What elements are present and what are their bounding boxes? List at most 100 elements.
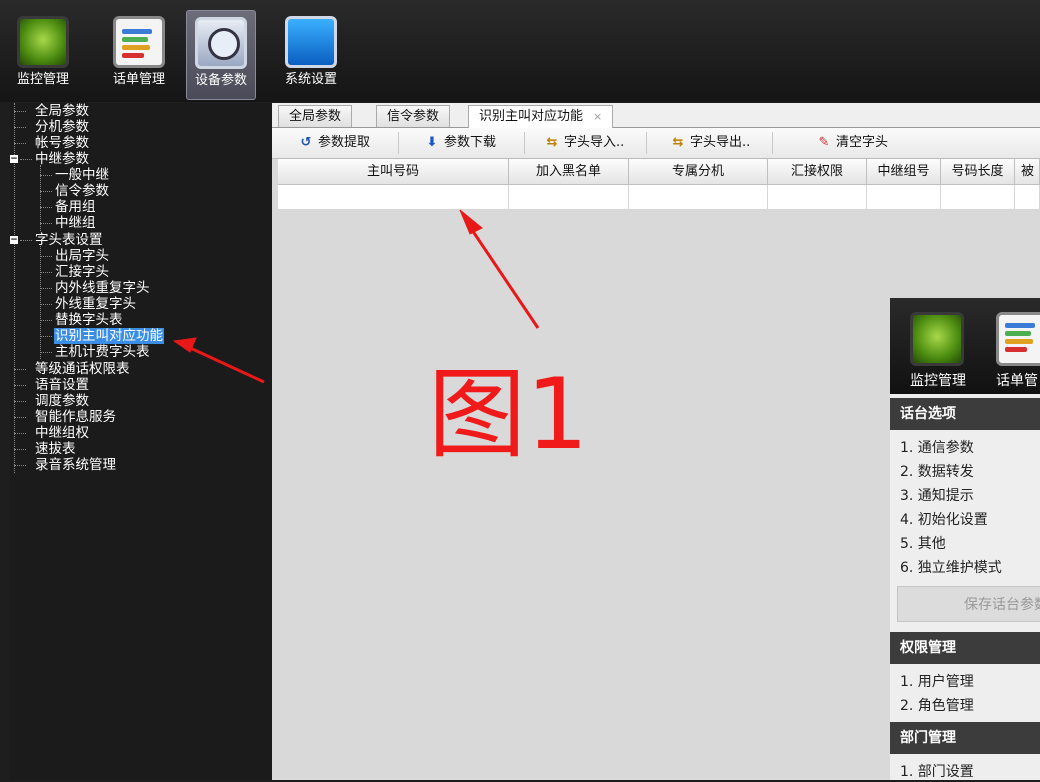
table-cell[interactable] — [278, 185, 509, 210]
tab-global-params[interactable]: 全局参数 — [278, 105, 353, 127]
params-tree: 全局参数 分机参数 帐号参数 − 中继参数 一般中继 信令参数 备用组 中继组 −… — [10, 103, 272, 780]
tree-item[interactable]: 中继组 — [40, 215, 97, 231]
tree-item[interactable]: 分机参数 — [14, 119, 90, 135]
download-params-button[interactable]: ⬇ 参数下载 — [424, 134, 496, 152]
monitor-management-button[interactable]: 监控管理 — [8, 10, 78, 100]
collapse-icon[interactable]: − — [10, 236, 18, 245]
menu-item[interactable]: 4. 初始化设置 — [900, 510, 988, 530]
import-icon: ⇆ — [546, 135, 558, 150]
column-header[interactable]: 专属分机 — [629, 159, 768, 185]
tree-item[interactable]: 出局字头 — [40, 248, 110, 264]
monitor-management-label: 监控管理 — [16, 72, 69, 87]
tree-item-prefix-settings[interactable]: − 字头表设置 — [10, 232, 104, 248]
separator — [524, 132, 525, 154]
tab-label: 识别主叫对应功能 — [479, 109, 584, 124]
tree-item[interactable]: 一般中继 — [40, 167, 110, 183]
tree-item[interactable]: 汇接字头 — [40, 264, 110, 280]
table-cell[interactable] — [941, 185, 1015, 210]
menu-item[interactable]: 6. 独立维护模式 — [900, 558, 1002, 578]
monitor-icon — [17, 16, 69, 68]
bill-icon — [113, 16, 165, 68]
export-icon: ⇆ — [672, 135, 684, 150]
menu-item[interactable]: 1. 通信参数 — [900, 438, 974, 458]
fetch-params-button[interactable]: ↺ 参数提取 — [298, 134, 370, 152]
menu-item[interactable]: 3. 通知提示 — [900, 486, 974, 506]
column-header[interactable]: 被叫 — [1015, 159, 1040, 185]
export-prefix-label: 字头导出.. — [690, 135, 751, 150]
bill-management-label: 话单管 — [996, 373, 1038, 389]
system-settings-label: 系统设置 — [284, 72, 337, 87]
table-cell[interactable] — [629, 185, 768, 210]
tree-item[interactable]: 语音设置 — [14, 377, 90, 393]
tab-label: 信令参数 — [387, 109, 440, 124]
table-cell[interactable] — [1015, 185, 1040, 210]
main-toolbar: 监控管理 话单管理 设备参数 系统设置 — [0, 0, 1040, 102]
device-params-icon — [195, 17, 247, 69]
menu-item[interactable]: 2. 角色管理 — [900, 696, 974, 716]
tree-item[interactable]: 帐号参数 — [14, 135, 90, 151]
tree-item[interactable]: 备用组 — [40, 199, 97, 215]
bill-icon[interactable] — [996, 312, 1040, 366]
tree-item[interactable]: 中继组权 — [14, 425, 90, 441]
fetch-params-label: 参数提取 — [318, 135, 371, 150]
table-cell[interactable] — [509, 185, 629, 210]
figure-annotation-label: 图1 — [428, 358, 589, 472]
tab-caller-id-function[interactable]: 识别主叫对应功能 × — [468, 105, 614, 129]
download-params-label: 参数下载 — [444, 135, 497, 150]
tree-item[interactable]: 替换字头表 — [40, 312, 124, 328]
import-prefix-button[interactable]: ⇆ 字头导入.. — [544, 134, 625, 152]
tree-item[interactable]: 内外线重复字头 — [40, 280, 151, 296]
tree-item[interactable]: 智能作息服务 — [14, 409, 117, 425]
tab-signaling-params[interactable]: 信令参数 — [376, 105, 451, 127]
tree-item-trunk-params[interactable]: − 中继参数 — [10, 151, 90, 167]
bill-management-button[interactable]: 话单管理 — [104, 10, 174, 100]
import-prefix-label: 字头导入.. — [564, 135, 625, 150]
menu-item[interactable]: 2. 数据转发 — [900, 462, 974, 482]
menu-item[interactable]: 1. 部门设置 — [900, 762, 974, 782]
tree-item-caller-id-function[interactable]: 识别主叫对应功能 — [40, 328, 164, 344]
bill-management-label: 话单管理 — [112, 72, 165, 87]
caller-id-table: 主叫号码 加入黑名单 专属分机 汇接权限 中继组号 号码长度 被叫 — [278, 159, 1040, 213]
tree-item[interactable]: 调度参数 — [14, 393, 90, 409]
column-header[interactable]: 加入黑名单 — [509, 159, 629, 185]
menu-item[interactable]: 1. 用户管理 — [900, 672, 974, 692]
console-options-header: 话台选项 — [890, 398, 1040, 430]
refresh-icon: ↺ — [300, 135, 312, 150]
device-params-button[interactable]: 设备参数 — [186, 10, 256, 100]
eraser-icon: ✎ — [818, 135, 830, 150]
tree-item[interactable]: 外线重复字头 — [40, 296, 137, 312]
tree-item[interactable]: 主机计费字头表 — [40, 344, 151, 360]
device-params-label: 设备参数 — [194, 73, 247, 88]
tree-item[interactable]: 速拔表 — [14, 441, 77, 457]
column-header[interactable]: 号码长度 — [941, 159, 1015, 185]
column-header[interactable]: 汇接权限 — [768, 159, 867, 185]
secondary-toolbar: 监控管理 话单管 — [890, 298, 1040, 394]
clear-prefix-button[interactable]: ✎ 清空字头 — [816, 134, 888, 152]
close-tab-icon[interactable]: × — [593, 110, 602, 123]
system-settings-button[interactable]: 系统设置 — [276, 10, 346, 100]
tree-item[interactable]: 信令参数 — [40, 183, 110, 199]
column-header[interactable]: 中继组号 — [867, 159, 941, 185]
system-settings-icon — [285, 16, 337, 68]
column-header[interactable]: 主叫号码 — [278, 159, 509, 185]
monitor-icon[interactable] — [910, 312, 964, 366]
table-cell[interactable] — [768, 185, 867, 210]
save-console-params-button[interactable]: 保存话台参数 — [897, 586, 1040, 622]
separator — [398, 132, 399, 154]
monitor-management-label: 监控管理 — [910, 373, 966, 389]
tree-item[interactable]: 全局参数 — [14, 103, 90, 119]
tree-item[interactable]: 录音系统管理 — [14, 457, 117, 473]
permissions-header: 权限管理 — [890, 632, 1040, 664]
secondary-app-window: 监控管理 话单管 话台选项 1. 通信参数 2. 数据转发 3. 通知提示 4.… — [890, 298, 1040, 780]
table-cell[interactable] — [867, 185, 941, 210]
export-prefix-button[interactable]: ⇆ 字头导出.. — [670, 134, 751, 152]
tree-item[interactable]: 等级通话权限表 — [14, 361, 131, 377]
separator — [646, 132, 647, 154]
collapse-icon[interactable]: − — [10, 155, 18, 164]
clear-prefix-label: 清空字头 — [836, 135, 889, 150]
arrow-down-icon: ⬇ — [426, 135, 438, 150]
tab-bar: 全局参数 信令参数 识别主叫对应功能 × — [272, 103, 1040, 129]
action-toolbar: ↺ 参数提取 ⬇ 参数下载 ⇆ 字头导入.. ⇆ 字头导出.. ✎ 清空字头 — [272, 128, 1040, 159]
menu-item[interactable]: 5. 其他 — [900, 534, 946, 554]
separator — [772, 132, 773, 154]
